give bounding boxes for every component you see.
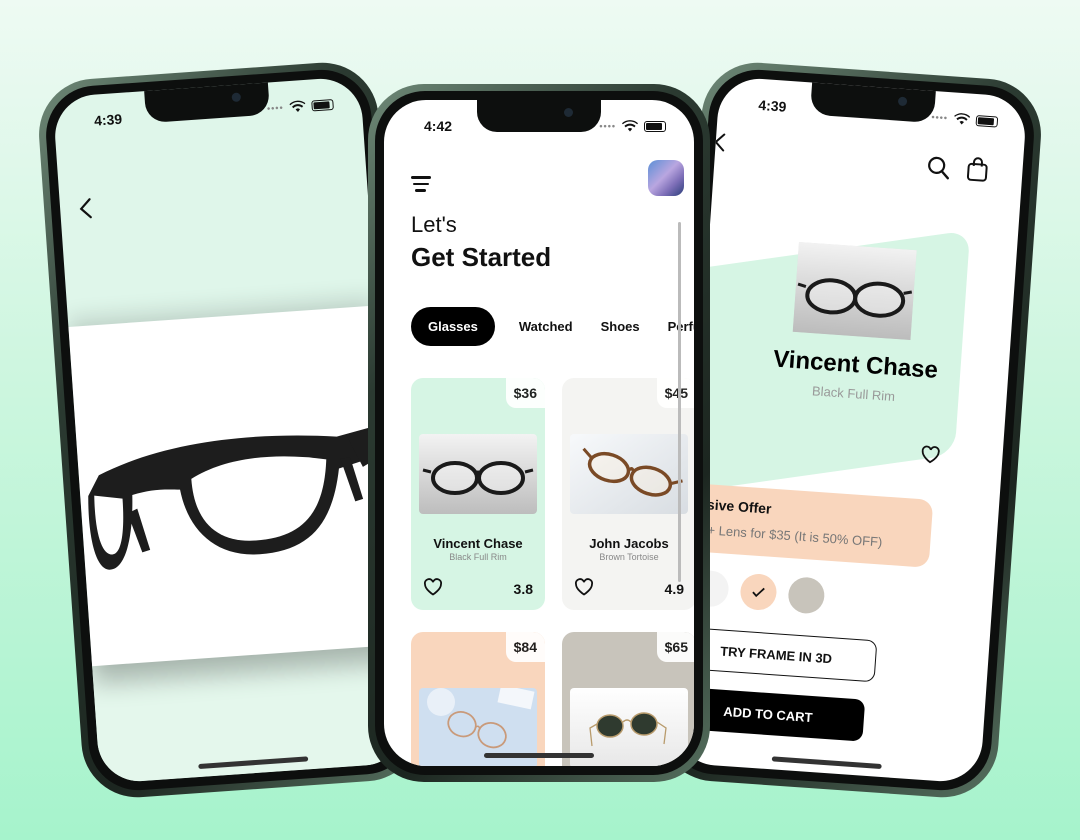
heart-icon[interactable] — [423, 578, 443, 596]
checkmark-icon — [752, 587, 765, 598]
tab-perfume[interactable]: Perfume — [654, 307, 694, 346]
home-indicator[interactable] — [771, 756, 882, 770]
camera-dot — [564, 108, 573, 117]
center-phone-screen: 4:42 •••• Let's Get Started Glasses Watc… — [384, 100, 694, 766]
glasses-3d-viewer[interactable] — [68, 305, 400, 667]
product-subtitle: Black Full Rim — [449, 552, 507, 562]
product-name: John Jacobs — [589, 536, 669, 551]
heart-icon[interactable] — [574, 578, 594, 596]
tab-glasses[interactable]: Glasses — [411, 307, 495, 346]
product-subtitle: Brown Tortoise — [599, 552, 659, 562]
home-content: Let's Get Started Glasses Watched Shoes … — [398, 100, 694, 766]
left-phone-screen: 4:39 •••• — [52, 76, 408, 784]
wifi-icon — [954, 113, 971, 125]
status-bar: 4:42 •••• — [384, 118, 694, 136]
product-name: Vincent Chase — [433, 536, 523, 551]
right-phone-bezel: 4:39 •••• Vincent Chase Black Full Rim u… — [662, 66, 1038, 794]
status-icons: •••• — [599, 120, 666, 132]
greeting-line-1: Let's — [411, 212, 457, 237]
wifi-icon — [622, 120, 638, 132]
battery-icon — [975, 114, 999, 128]
signal-dots-icon: •••• — [931, 111, 949, 124]
product-price: $84 — [505, 632, 545, 662]
status-icons: •••• — [931, 111, 999, 128]
color-swatch-peach-selected[interactable] — [739, 572, 778, 612]
user-avatar[interactable] — [648, 160, 684, 196]
scrollbar[interactable] — [678, 222, 681, 582]
right-phone: 4:39 •••• Vincent Chase Black Full Rim u… — [655, 59, 1045, 801]
product-card[interactable]: $65 — [562, 632, 694, 766]
color-swatch-taupe[interactable] — [787, 576, 826, 615]
page-title: Get Started — [411, 242, 552, 272]
product-price: $45 — [656, 378, 694, 408]
product-rating: 3.8 — [513, 581, 533, 597]
left-phone-bezel: 4:39 •••• — [42, 66, 418, 794]
product-price: $36 — [505, 378, 545, 408]
tab-shoes[interactable]: Shoes — [587, 307, 654, 346]
category-tabs: Glasses Watched Shoes Perfume — [411, 307, 694, 346]
camera-dot — [897, 96, 908, 107]
center-phone: 4:42 •••• Let's Get Started Glasses Watc… — [368, 84, 710, 782]
product-image — [792, 241, 917, 340]
product-image — [419, 434, 537, 514]
wifi-icon — [289, 100, 306, 112]
menu-icon[interactable] — [411, 176, 433, 192]
left-phone: 4:39 •••• — [35, 59, 425, 801]
status-time: 4:39 — [757, 96, 787, 115]
signal-dots-icon: •••• — [599, 121, 616, 131]
battery-icon — [311, 98, 334, 112]
signal-dots-icon: •••• — [266, 102, 284, 114]
status-time: 4:39 — [93, 110, 123, 129]
offer-description: e + Lens for $35 (It is 50% OFF) — [696, 521, 883, 550]
heart-icon[interactable] — [920, 445, 941, 464]
product-rating: 4.9 — [664, 581, 684, 597]
shopping-bag-icon[interactable] — [966, 156, 990, 183]
camera-dot — [231, 92, 242, 103]
back-chevron-icon[interactable] — [77, 195, 95, 227]
back-chevron-icon[interactable] — [713, 132, 727, 159]
battery-icon — [644, 120, 666, 132]
product-card[interactable]: $36 Vincent Chase Black Full Rim 3.8 — [411, 378, 545, 610]
black-glasses-frame-image — [88, 425, 383, 570]
tab-watched[interactable]: Watched — [505, 307, 587, 346]
status-icons: •••• — [267, 98, 334, 115]
status-time: 4:42 — [424, 118, 453, 134]
right-phone-screen: 4:39 •••• Vincent Chase Black Full Rim u… — [672, 76, 1028, 784]
product-price: $65 — [656, 632, 694, 662]
product-card[interactable]: $45 John Jacobs Brown Tortoise 4.9 — [562, 378, 694, 610]
exclusive-offer-banner[interactable]: usive Offer e + Lens for $35 (It is 50% … — [672, 481, 934, 568]
search-icon[interactable] — [926, 155, 952, 181]
center-phone-bezel: 4:42 •••• Let's Get Started Glasses Watc… — [375, 91, 703, 775]
product-card[interactable]: $84 — [411, 632, 545, 766]
home-indicator[interactable] — [484, 753, 594, 758]
product-image — [570, 434, 688, 514]
